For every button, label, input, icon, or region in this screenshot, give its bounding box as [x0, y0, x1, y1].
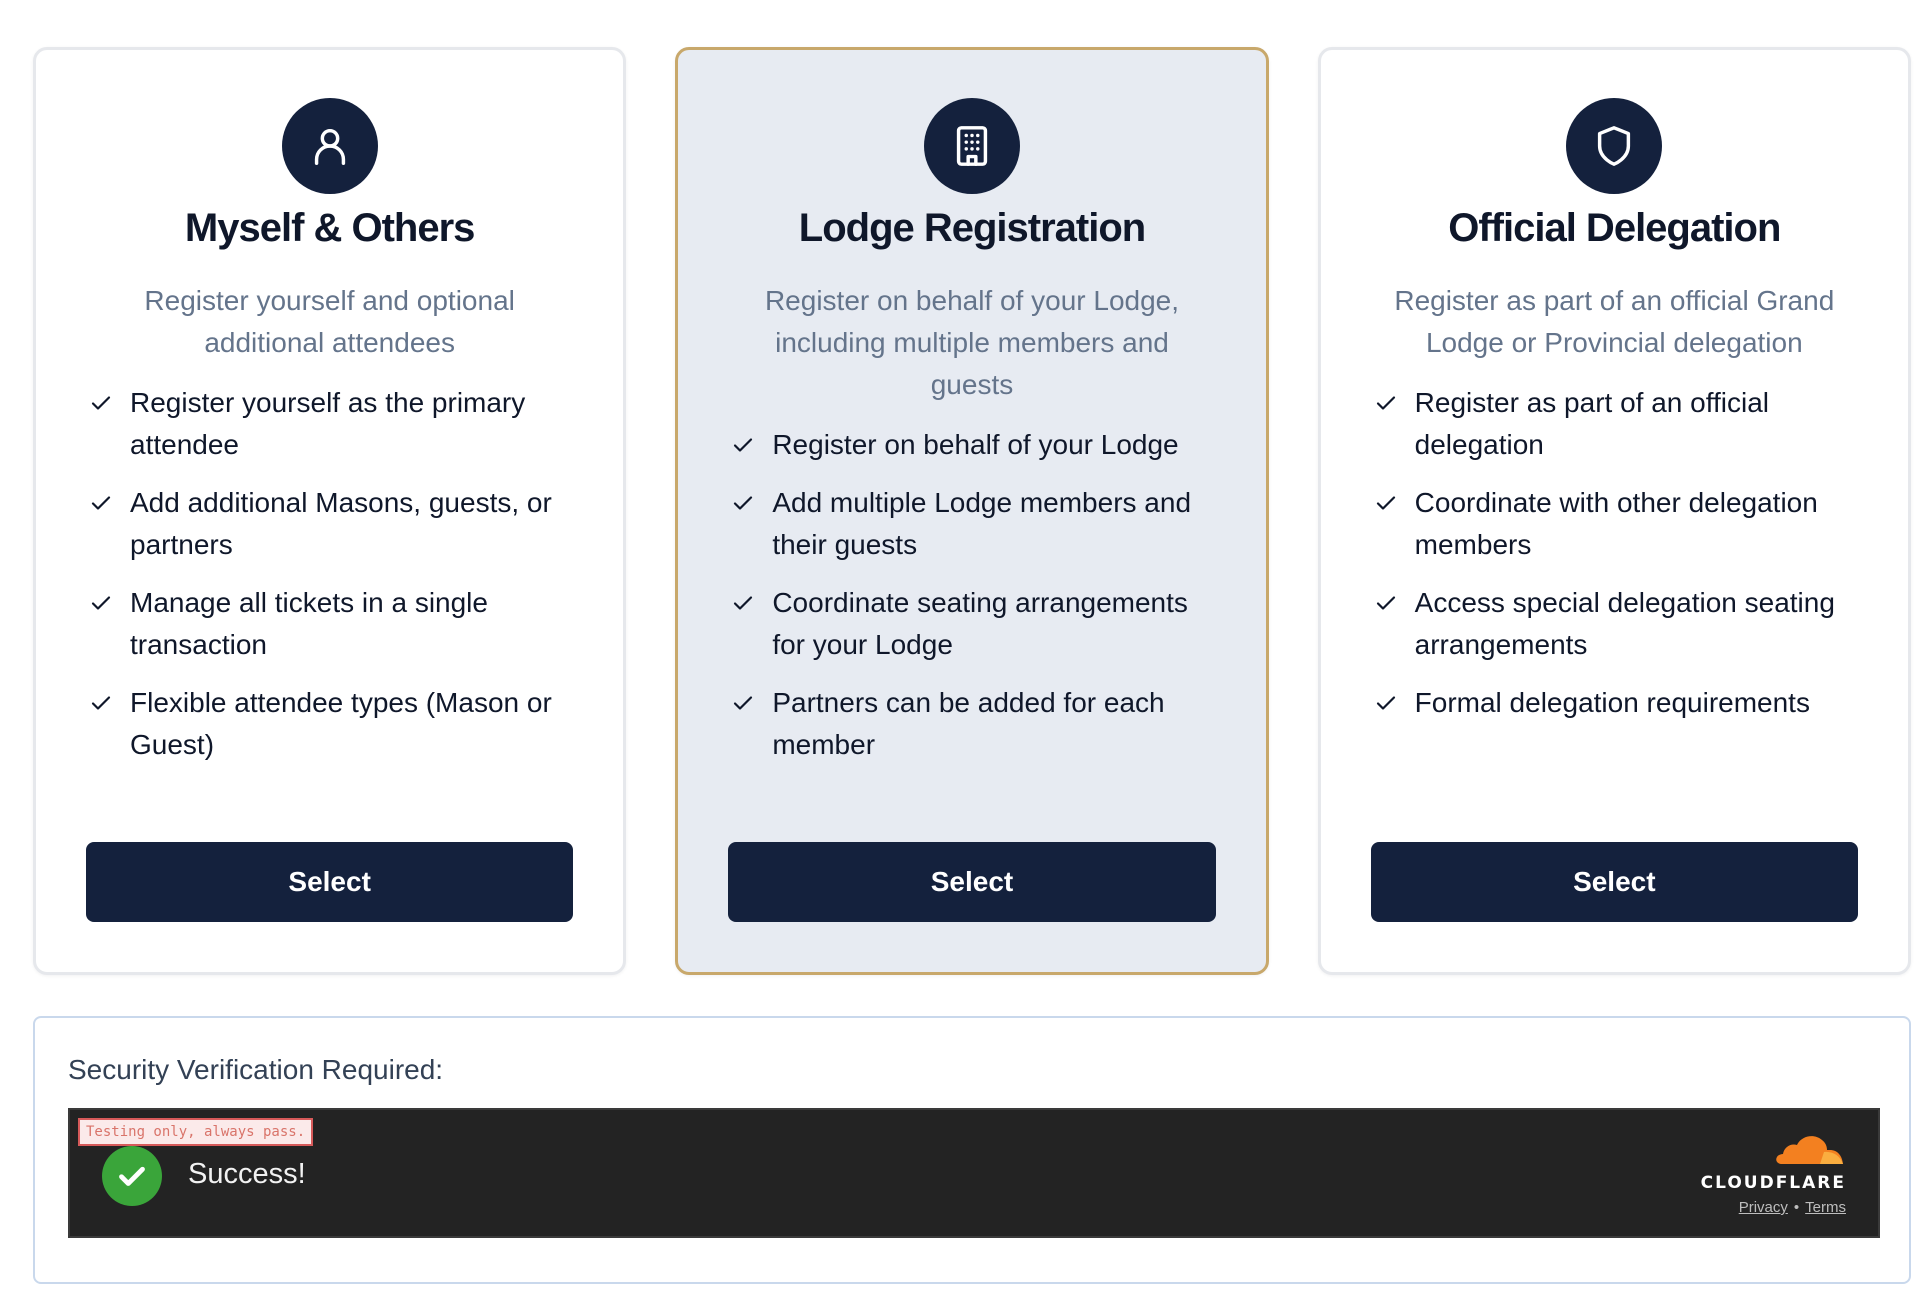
user-icon	[314, 128, 345, 165]
feature-text: Add multiple Lodge members and their gue…	[772, 487, 1192, 560]
card-myself-others[interactable]: Myself & Others Register yourself and op…	[33, 47, 627, 975]
feature-text: Access special delegation seating arrang…	[1414, 587, 1835, 660]
feature-text: Manage all tickets in a single transacti…	[130, 587, 488, 660]
check-icon	[1371, 482, 1401, 524]
check-icon	[86, 582, 116, 624]
feature-item: Coordinate seating arrangements for your…	[728, 582, 1215, 666]
card-icon-badge	[1566, 98, 1663, 194]
check-icon	[86, 482, 116, 524]
shield-icon	[1598, 126, 1631, 166]
card-official-delegation[interactable]: Official Delegation Register as part of …	[1317, 47, 1911, 975]
feature-text: Coordinate with other delegation members	[1414, 487, 1818, 560]
feature-item: Flexible attendee types (Mason or Guest)	[86, 682, 573, 766]
feature-text: Add additional Masons, guests, or partne…	[130, 487, 552, 560]
card-title: Official Delegation	[1448, 206, 1781, 250]
check-icon	[1371, 582, 1401, 624]
privacy-link[interactable]: Privacy	[1739, 1199, 1788, 1216]
feature-item: Partners can be added for each member	[728, 682, 1215, 766]
cloudflare-wordmark: CLOUDFLARE	[1700, 1173, 1846, 1193]
feature-item: Register as part of an official delegati…	[1371, 382, 1858, 466]
feature-item: Register yourself as the primary attende…	[86, 382, 573, 466]
feature-text: Partners can be added for each member	[772, 687, 1165, 760]
feature-item: Add additional Masons, guests, or partne…	[86, 482, 573, 566]
check-icon	[86, 682, 116, 724]
security-verification-label: Security Verification Required:	[68, 1054, 444, 1085]
card-description: Register yourself and optional additiona…	[144, 285, 515, 358]
registration-type-options: Myself & Others Register yourself and op…	[33, 47, 1911, 975]
feature-item: Manage all tickets in a single transacti…	[86, 582, 573, 666]
feature-list: Register yourself as the primary attende…	[86, 382, 573, 782]
feature-text: Register on behalf of your Lodge	[772, 429, 1179, 460]
card-lodge-registration[interactable]: Lodge Registration Register on behalf of…	[675, 47, 1269, 975]
select-lodge-registration-button[interactable]: Select	[728, 842, 1216, 922]
check-icon	[1371, 382, 1401, 424]
feature-item: Add multiple Lodge members and their gue…	[728, 482, 1215, 566]
feature-item: Register on behalf of your Lodge	[728, 424, 1215, 466]
cloudflare-cloud-icon	[1776, 1136, 1843, 1164]
feature-text: Formal delegation requirements	[1414, 687, 1810, 718]
check-icon	[86, 382, 116, 424]
card-description: Register as part of an official Grand Lo…	[1394, 285, 1835, 358]
link-separator: •	[1793, 1199, 1800, 1216]
select-myself-others-button[interactable]: Select	[86, 842, 574, 922]
feature-list: Register as part of an official delegati…	[1371, 382, 1858, 740]
verification-status-text: Success!	[188, 1158, 306, 1190]
select-official-delegation-button[interactable]: Select	[1370, 842, 1858, 922]
feature-item: Formal delegation requirements	[1371, 682, 1858, 724]
check-icon	[728, 424, 758, 466]
cloudflare-links: Privacy • Terms	[1698, 1199, 1846, 1217]
cloudflare-branding: CLOUDFLARE Privacy • Terms	[1698, 1132, 1846, 1217]
check-icon	[728, 582, 758, 624]
feature-item: Coordinate with other delegation members	[1371, 482, 1858, 566]
feature-list: Register on behalf of your Lodge Add mul…	[728, 424, 1215, 782]
check-icon	[728, 482, 758, 524]
check-icon	[1371, 682, 1401, 724]
card-icon-badge	[281, 98, 378, 194]
card-title: Lodge Registration	[798, 206, 1146, 250]
card-description: Register on behalf of your Lodge, includ…	[764, 285, 1180, 400]
captcha-widget[interactable]: Testing only, always pass. Success! CLOU…	[68, 1108, 1880, 1238]
terms-link[interactable]: Terms	[1805, 1199, 1846, 1216]
test-mode-notice: Testing only, always pass.	[78, 1118, 314, 1146]
card-icon-badge	[923, 98, 1020, 194]
card-title: Myself & Others	[184, 206, 476, 250]
feature-text: Coordinate seating arrangements for your…	[772, 587, 1188, 660]
success-check-icon	[102, 1146, 162, 1206]
building-icon	[956, 126, 988, 166]
check-icon	[728, 682, 758, 724]
security-verification-panel: Security Verification Required: Testing …	[33, 1016, 1911, 1284]
feature-text: Register as part of an official delegati…	[1414, 387, 1769, 460]
feature-text: Flexible attendee types (Mason or Guest)	[130, 687, 552, 760]
feature-text: Register yourself as the primary attende…	[130, 387, 526, 460]
feature-item: Access special delegation seating arrang…	[1371, 582, 1858, 666]
